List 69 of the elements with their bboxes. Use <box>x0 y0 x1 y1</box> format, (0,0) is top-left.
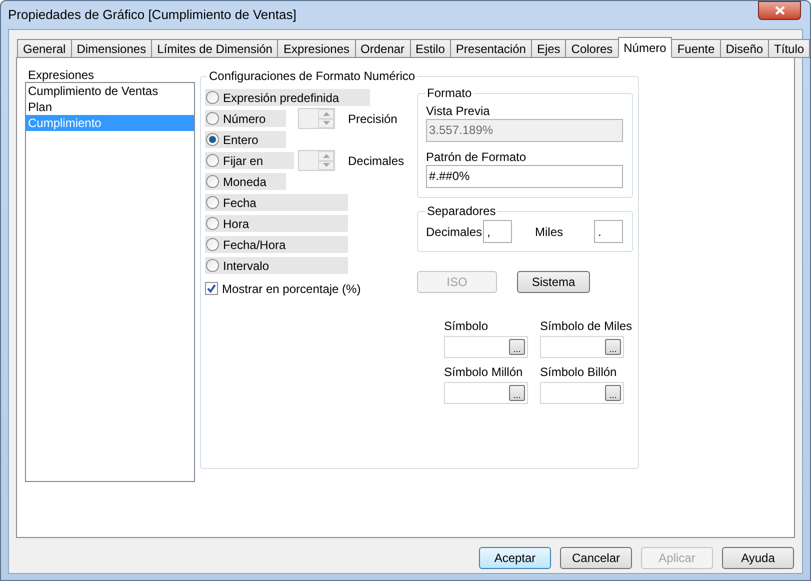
radio-label: Hora <box>223 216 250 232</box>
radio-label: Intervalo <box>223 258 270 274</box>
pattern-field[interactable]: #.##0% <box>426 164 623 188</box>
tab[interactable]: Colores <box>565 39 619 58</box>
decimal-separator-field[interactable]: , <box>483 220 512 243</box>
dialog-button[interactable]: Aceptar <box>479 547 551 569</box>
tab[interactable]: Expresiones <box>277 39 356 58</box>
tab[interactable]: Diseño <box>720 39 770 58</box>
browse-button[interactable]: ... <box>605 385 621 401</box>
thousands-separator-field[interactable]: . <box>594 220 623 243</box>
radio-label: Entero <box>223 132 258 148</box>
spin-box[interactable] <box>298 108 335 129</box>
symbol-field[interactable]: ... <box>540 336 624 358</box>
radio-button[interactable] <box>206 112 219 125</box>
tab[interactable]: Estilo <box>410 39 451 58</box>
close-button[interactable] <box>758 1 801 20</box>
close-icon <box>774 6 784 15</box>
tab[interactable]: Límites de Dimensión <box>151 39 278 58</box>
tab[interactable]: Ordenar <box>354 39 411 58</box>
field-label: Símbolo Millón <box>444 364 524 381</box>
dialog-button[interactable]: Cancelar <box>560 547 632 569</box>
checkbox-label: Mostrar en porcentaje (%) <box>222 280 361 298</box>
field-label: Símbolo de Miles <box>540 318 634 335</box>
field-label: Símbolo <box>444 318 490 335</box>
symbol-field[interactable]: ... <box>444 336 528 358</box>
spin-box[interactable] <box>298 150 335 171</box>
field-label: Decimales <box>426 224 483 240</box>
field-label: Vista Previa <box>426 103 491 118</box>
radio-button[interactable] <box>206 175 219 188</box>
radio-label: Fijar en <box>223 152 264 170</box>
symbol-field[interactable]: ... <box>540 382 624 404</box>
list-item[interactable]: Cumplimiento de Ventas <box>26 83 194 99</box>
radio-button[interactable] <box>206 196 219 209</box>
radio-button[interactable] <box>206 154 219 167</box>
tab[interactable]: General <box>17 39 72 58</box>
field-label: Símbolo Billón <box>540 364 618 381</box>
group-title: Configuraciones de Formato Numérico <box>208 68 416 85</box>
tab[interactable]: Fuente <box>671 39 721 58</box>
spinner-label: Precisión <box>348 110 398 128</box>
checkbox[interactable] <box>205 282 218 295</box>
tab[interactable]: Número <box>618 37 672 58</box>
list-item[interactable]: Plan <box>26 99 194 115</box>
radio-button[interactable] <box>206 259 219 272</box>
radio-label: Fecha <box>223 194 256 212</box>
radio-label: Expresión predefinida <box>223 90 340 106</box>
browse-button[interactable]: ... <box>509 339 525 355</box>
dialog-button[interactable]: Ayuda <box>722 547 794 569</box>
dialog-button[interactable]: Sistema <box>517 271 590 293</box>
tab[interactable]: Presentación <box>450 39 532 58</box>
field-label: Miles <box>535 224 564 240</box>
tab[interactable]: Dimensiones <box>70 39 152 58</box>
browse-button[interactable]: ... <box>509 385 525 401</box>
radio-button[interactable] <box>206 238 219 251</box>
browse-button[interactable]: ... <box>605 339 621 355</box>
preview-field[interactable]: 3.557.189% <box>426 118 623 142</box>
spinner-label: Decimales <box>348 152 404 170</box>
radio-label: Fecha/Hora <box>223 236 286 254</box>
field-label: Patrón de Formato <box>426 149 528 164</box>
window-title: Propiedades de Gráfico [Cumplimiento de Ventas] <box>8 6 296 24</box>
group-title: Separadores <box>426 203 497 220</box>
radio-label: Número <box>223 110 266 128</box>
radio-button[interactable] <box>206 91 219 104</box>
tab[interactable]: Título <box>768 39 810 58</box>
radio-button[interactable] <box>206 133 219 146</box>
radio-button[interactable] <box>206 217 219 230</box>
radio-label: Moneda <box>223 174 266 190</box>
list-label: Expresiones <box>27 67 96 82</box>
symbol-field[interactable]: ... <box>444 382 528 404</box>
group-title: Formato <box>426 85 473 102</box>
